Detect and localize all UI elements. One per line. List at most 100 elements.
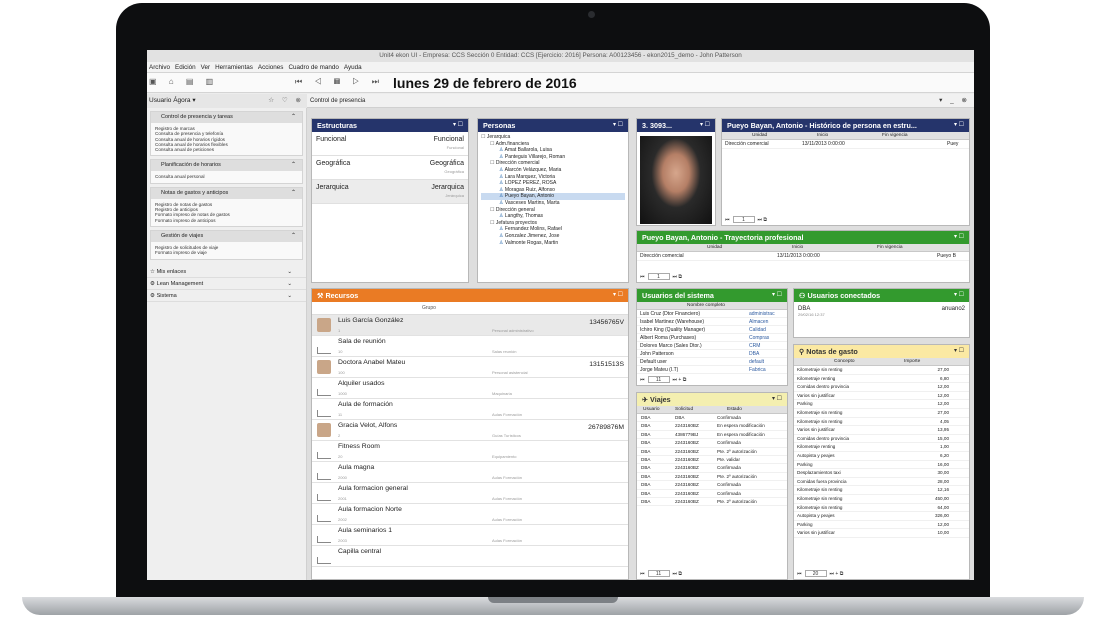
estructura-row[interactable]: Geográfica Geográfica Geográfica (312, 156, 468, 180)
viaje-row[interactable]: DBA 2243160BZ Confirmada (637, 439, 787, 448)
tree-node[interactable]: ♙ Gonzalez Jimenez, Jose (481, 233, 625, 240)
tree-node[interactable]: ☐ Jefatura proyectos (481, 220, 625, 227)
menu-item[interactable]: Ayuda (344, 64, 362, 71)
date-nav-icons[interactable]: ⏮ ◁ ▦ ▷ ⏭ (295, 77, 384, 87)
recurso-row[interactable]: Luis García González 1 Personal administra… (312, 315, 628, 336)
pager[interactable]: ⏮ 20 ⏭ + ⧉ (797, 570, 843, 577)
tree-node[interactable]: ☐ Dirección general (481, 207, 625, 214)
nota-row[interactable]: Parking 16,00 (794, 461, 969, 470)
viaje-row[interactable]: DBA 2243160BZ Confirmada (637, 490, 787, 498)
recurso-row[interactable]: Sala de reunión 10 Salas reunión (312, 336, 628, 357)
chevron-up-icon[interactable]: ⌃ (291, 231, 296, 242)
panel-controls[interactable]: ▾ ☐ (954, 119, 964, 132)
nota-row[interactable]: Desplazamientos taxi 30,00 (794, 469, 969, 478)
page-input[interactable]: 1 (732, 216, 755, 223)
recurso-row[interactable]: Aula magna 2000 Aulas Formación (312, 462, 628, 483)
nota-row[interactable]: Comidas dentro provincia 15,00 (794, 435, 969, 444)
tree-node[interactable]: ♙ Panteguis Villarejo, Roman (481, 154, 625, 161)
panel-controls[interactable]: ▾ ☐ (954, 345, 964, 358)
sidebar-group-header[interactable]: Notas de gastos y anticipos ⌃ (151, 187, 302, 199)
viaje-row[interactable]: DBA 2243160BZ Confirmada (637, 464, 787, 473)
panel-controls[interactable]: ▾ ☐ (772, 393, 782, 406)
panel-controls[interactable]: ▾ ☐ (613, 289, 623, 302)
sidebar-section[interactable]: ⚙ Sistema ⌄ (147, 290, 306, 302)
sidebar-section[interactable]: ⚙ Lean Management ⌄ (147, 278, 306, 290)
pager[interactable]: ⏮ 1 ⏭ ⧉ (725, 216, 767, 223)
recurso-row[interactable]: Alquiler usados 1000 Maquinaria (312, 378, 628, 399)
panel-controls[interactable]: ▾ ☐ (613, 119, 623, 132)
panel-controls[interactable]: ▾ ☐ (954, 231, 964, 244)
usuario-row[interactable]: John Patterson DBA (637, 350, 787, 358)
tree-node[interactable]: ♙ Amat Ballarola, Luisa (481, 147, 625, 154)
window-controls[interactable]: ▾ _ ⊗ (939, 94, 970, 108)
menu-item[interactable]: Ver (201, 64, 210, 71)
nota-row[interactable]: Kilometraje sin renting 64,00 (794, 504, 969, 513)
nota-row[interactable]: Kilometraje sin renting 27,00 (794, 366, 969, 375)
viaje-row[interactable]: DBA 2243160BZ Pte. 2º autorización (637, 448, 787, 456)
chevron-down-icon[interactable]: ⌄ (287, 266, 292, 278)
chevron-up-icon[interactable]: ⌃ (291, 112, 296, 123)
tree-node[interactable]: ♙ Alarcón Velázquez, Maria (481, 167, 625, 174)
pager[interactable]: ⏮ 1 ⏭ ⧉ (640, 273, 682, 280)
panel-controls[interactable]: ▾ ☐ (772, 289, 782, 302)
recurso-row[interactable]: Aula formacion general 2001 Aulas Formació… (312, 483, 628, 504)
menu-item[interactable]: Acciones (258, 64, 284, 71)
menu-item[interactable]: Edición (175, 64, 196, 71)
usuario-row[interactable]: Ichiro King (Quality Manager) Calidad (637, 326, 787, 334)
menu-item[interactable]: Herramientas (215, 64, 253, 71)
pager[interactable]: ⏮ 11 ⏭ + ⧉ (640, 376, 686, 383)
nota-row[interactable]: Varios sin justificar 13,95 (794, 426, 969, 435)
usuario-row[interactable]: Jorge Mateu (I.T) Fabrica (637, 366, 787, 374)
panel-controls[interactable]: ▾ ☐ (700, 119, 710, 132)
nota-row[interactable]: Varios sin justificar 12,00 (794, 392, 969, 401)
nota-row[interactable]: Comidas fuera provincia 28,00 (794, 478, 969, 487)
viaje-row[interactable]: DBA 2243160BZ En espera modificación (637, 422, 787, 431)
sidebar-link[interactable]: Formato impreso de anticipos (155, 218, 298, 223)
usuario-row[interactable]: Isabel Martinez (Warehouse) Almacen (637, 318, 787, 326)
nota-row[interactable]: Kilometraje sin renting 4,05 (794, 418, 969, 427)
nota-row[interactable]: Kilometraje renting 6,80 (794, 375, 969, 384)
sidebar-group-header[interactable]: Gestión de viajes ⌃ (151, 230, 302, 242)
nota-row[interactable]: Kilometraje renting 1,00 (794, 443, 969, 452)
sidebar-link[interactable]: Formato impreso de viaje (155, 250, 298, 255)
nota-row[interactable]: Autopista y peajes 6,20 (794, 452, 969, 461)
chevron-down-icon[interactable]: ⌄ (287, 278, 292, 290)
tree-node[interactable]: ☐ Jerarquica (481, 134, 625, 141)
nota-row[interactable]: Autopista y peajes 326,00 (794, 512, 969, 521)
conectado-row[interactable]: DBA anuano2 29/02/16 12:37 (794, 302, 969, 332)
usuario-row[interactable]: Default user default (637, 358, 787, 366)
nota-row[interactable]: Parking 12,00 (794, 521, 969, 530)
viaje-row[interactable]: DBA 2243160BZ Pte. 2º autorización (637, 473, 787, 482)
panel-controls[interactable]: ▾ ☐ (453, 119, 463, 132)
panel-controls[interactable]: ▾ ☐ (954, 289, 964, 302)
viaje-row[interactable]: DBA 2243160BZ Pte. 2º autorización (637, 498, 787, 507)
user-selector[interactable]: Usuario Ágora ▾ ☆ ♡ ⊗ (147, 94, 307, 108)
usuario-row[interactable]: Dolores Marco (Sales Dtor.) CRM (637, 342, 787, 350)
chevron-down-icon[interactable]: ⌄ (287, 290, 292, 302)
tree-node[interactable]: ♙ Langthy, Thomas (481, 213, 625, 220)
recurso-row[interactable]: Gracia Velot, Alfons 2 Guías Turísticos 267… (312, 420, 628, 441)
tree-node[interactable]: ♙ Vasceses Martins, Marta (481, 200, 625, 207)
chevron-up-icon[interactable]: ⌃ (291, 188, 296, 199)
toolbar-icons[interactable]: ▣ ⌂ ▤ ▥ (149, 77, 218, 86)
pager[interactable]: ⏮ 11 ⏭ ⧉ (640, 570, 682, 577)
viaje-row[interactable]: DBA 2243160BZ Pte. validar (637, 456, 787, 465)
menu-item[interactable]: Cuadro de mando (288, 64, 338, 71)
recurso-row[interactable]: Aula seminarios 1 2003 Aulas Formación (312, 525, 628, 546)
tree-node[interactable]: ♙ Lara Marquez, Victoria (481, 174, 625, 181)
estructura-row[interactable]: Jerarquica Jerarquica Jerárquica (312, 180, 468, 204)
recurso-row[interactable]: Doctora Anabel Mateu 100 Personal asistenc… (312, 357, 628, 378)
user-actions-icons[interactable]: ☆ ♡ ⊗ (268, 94, 304, 108)
tree-node[interactable]: ☐ Dirección comercial (481, 160, 625, 167)
recurso-row[interactable]: Aula de formación 11 Aulas Formación (312, 399, 628, 420)
table-row[interactable]: Dirección comercial 13/11/2013 0:00:00 P… (637, 252, 969, 261)
sidebar-link[interactable]: Consulta anual personal (155, 174, 298, 179)
usuario-row[interactable]: Luis Cruz (Dtor Financiero) administrac (637, 310, 787, 318)
sidebar-link[interactable]: Consulta anual de peticiones (155, 147, 298, 152)
chevron-up-icon[interactable]: ⌃ (291, 160, 296, 171)
viaje-row[interactable]: DBA DBA Confirmada (637, 414, 787, 423)
tree-node[interactable]: ♙ Moragas Ruiz, Alfonso (481, 187, 625, 194)
nota-row[interactable]: Parking 12,00 (794, 400, 969, 409)
sidebar-section[interactable]: ☆ Mis enlaces ⌄ (147, 266, 306, 278)
table-row[interactable]: Dirección comercial 13/11/2013 0:00:00 P… (722, 140, 969, 149)
